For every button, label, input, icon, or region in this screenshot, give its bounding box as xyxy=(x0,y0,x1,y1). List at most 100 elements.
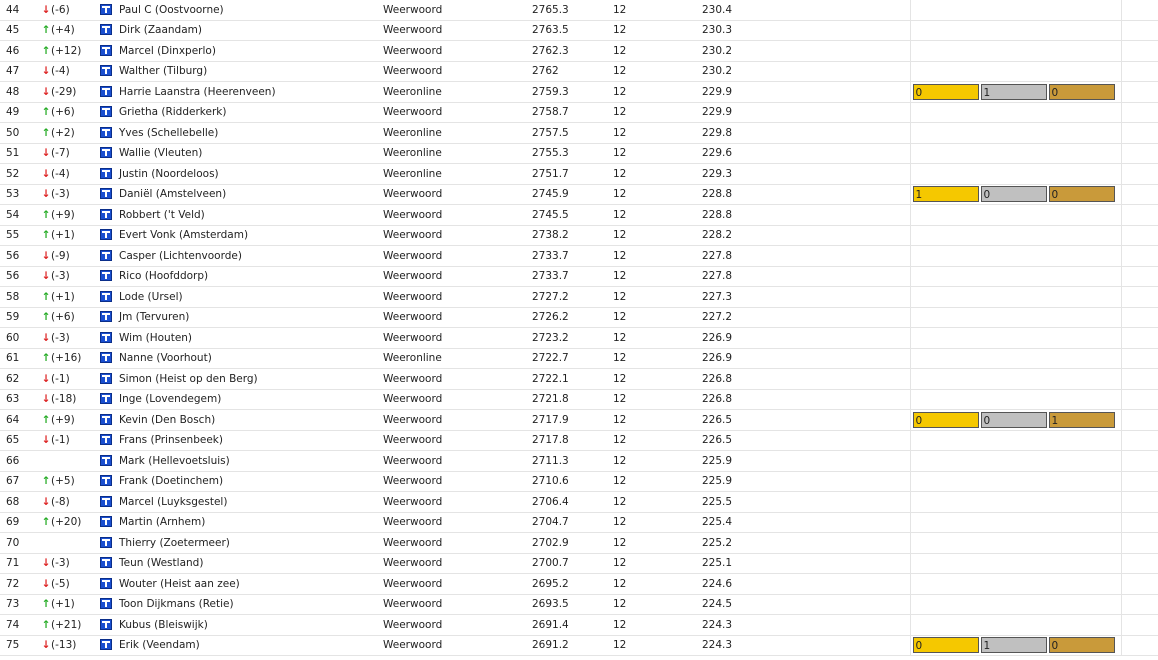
trailing-cell xyxy=(1121,225,1158,246)
rank-change: (+9) xyxy=(51,208,75,221)
team-icon[interactable] xyxy=(100,536,112,548)
average-score: 229.3 xyxy=(702,163,774,185)
participant-name[interactable]: Daniël (Amstelveen) xyxy=(118,184,383,205)
team-icon[interactable] xyxy=(100,372,112,384)
participant-name[interactable]: Inge (Lovendegem) xyxy=(118,389,383,410)
participant-name[interactable]: Frank (Doetinchem) xyxy=(118,471,383,492)
rank-value: 46 xyxy=(6,44,20,57)
participant-name[interactable]: Frans (Prinsenbeek) xyxy=(118,430,383,451)
team-icon[interactable] xyxy=(100,24,112,36)
team-icon[interactable] xyxy=(100,249,112,261)
team-icon[interactable] xyxy=(100,147,112,159)
participant-name[interactable]: Wim (Houten) xyxy=(118,327,383,349)
team-icon[interactable] xyxy=(100,618,112,630)
team-icon[interactable] xyxy=(100,454,112,466)
participant-name[interactable]: Kevin (Den Bosch) xyxy=(118,409,383,431)
team-icon[interactable] xyxy=(100,126,112,138)
spacer-cell xyxy=(774,40,910,62)
trend-arrow-icon: ↑ xyxy=(41,598,51,611)
rank-change: (+4) xyxy=(51,24,75,37)
team-icon[interactable] xyxy=(100,352,112,364)
participant-name[interactable]: Robbert ('t Veld) xyxy=(118,204,383,226)
team-icon[interactable] xyxy=(100,557,112,569)
participant-name[interactable]: Marcel (Luyksgestel) xyxy=(118,491,383,513)
participant-name[interactable]: Rico (Hoofddorp) xyxy=(118,266,383,287)
spacer-cell xyxy=(774,0,910,21)
participant-name[interactable]: Evert Vonk (Amsterdam) xyxy=(118,225,383,246)
team-icon-cell xyxy=(98,81,118,103)
spacer-cell xyxy=(774,532,910,554)
team-icon[interactable] xyxy=(100,311,112,323)
team-icon[interactable] xyxy=(100,3,112,15)
team-icon[interactable] xyxy=(100,270,112,282)
team-icon[interactable] xyxy=(100,475,112,487)
team-icon[interactable] xyxy=(100,44,112,56)
team-icon[interactable] xyxy=(100,188,112,200)
participant-name[interactable]: Walther (Tilburg) xyxy=(118,61,383,82)
team-icon[interactable] xyxy=(100,393,112,405)
team-icon[interactable] xyxy=(100,167,112,179)
team-icon[interactable] xyxy=(100,208,112,220)
count-cell: 12 xyxy=(613,389,702,410)
team-icon[interactable] xyxy=(100,85,112,97)
team-icon[interactable] xyxy=(100,229,112,241)
rank-cell: 50 xyxy=(0,122,38,144)
participant-name[interactable]: Justin (Noordeloos) xyxy=(118,163,383,185)
participant-name[interactable]: Yves (Schellebelle) xyxy=(118,122,383,144)
table-row: 75 ↓(-13) Erik (Veendam) Weerwoord 2691.… xyxy=(0,635,1158,656)
participant-name[interactable]: Erik (Veendam) xyxy=(118,635,383,656)
count-cell: 12 xyxy=(613,368,702,390)
participant-name[interactable]: Wallie (Vleuten) xyxy=(118,143,383,164)
participant-name[interactable]: Simon (Heist op den Berg) xyxy=(118,368,383,390)
team-icon[interactable] xyxy=(100,290,112,302)
team-icon[interactable] xyxy=(100,495,112,507)
team-icon[interactable] xyxy=(100,413,112,425)
participant-name[interactable]: Toon Dijkmans (Retie) xyxy=(118,594,383,615)
participant-name[interactable]: Thierry (Zoetermeer) xyxy=(118,532,383,554)
participant-name[interactable]: Casper (Lichtenvoorde) xyxy=(118,245,383,267)
participant-name[interactable]: Lode (Ursel) xyxy=(118,286,383,308)
participant-name[interactable]: Nanne (Voorhout) xyxy=(118,348,383,369)
change-cell: ↑(+9) xyxy=(38,204,98,226)
participant-name[interactable]: Jm (Tervuren) xyxy=(118,307,383,328)
participant-name[interactable]: Wouter (Heist aan zee) xyxy=(118,573,383,595)
participant-name[interactable]: Marcel (Dinxperlo) xyxy=(118,40,383,62)
team-icon[interactable] xyxy=(100,65,112,77)
participant-name[interactable]: Paul C (Oostvoorne) xyxy=(118,0,383,21)
source-cell: Weerwoord xyxy=(383,20,532,41)
team-icon[interactable] xyxy=(100,598,112,610)
rank-value: 55 xyxy=(6,229,20,242)
rank-cell: 47 xyxy=(0,61,38,82)
team-icon[interactable] xyxy=(100,639,112,651)
source-cell: Weerwoord xyxy=(383,614,532,636)
average-score: 225.4 xyxy=(702,512,774,533)
rank-cell: 65 xyxy=(0,430,38,451)
trend-arrow-icon: ↓ xyxy=(41,372,51,385)
team-icon[interactable] xyxy=(100,577,112,589)
participant-name[interactable]: Mark (Hellevoetsluis) xyxy=(118,450,383,472)
total-score: 2763.5 xyxy=(532,20,613,41)
table-row: 48 ↓(-29) Harrie Laanstra (Heerenveen) W… xyxy=(0,81,1158,103)
participant-name[interactable]: Kubus (Bleiswijk) xyxy=(118,614,383,636)
count-cell: 12 xyxy=(613,163,702,185)
rank-change: (-29) xyxy=(51,85,77,98)
average-score: 229.6 xyxy=(702,143,774,164)
team-icon-cell xyxy=(98,389,118,410)
team-icon[interactable] xyxy=(100,434,112,446)
participant-name[interactable]: Grietha (Ridderkerk) xyxy=(118,102,383,123)
change-cell: ↑(+1) xyxy=(38,286,98,308)
trend-arrow-icon: ↑ xyxy=(41,208,51,221)
participant-name[interactable]: Harrie Laanstra (Heerenveen) xyxy=(118,81,383,103)
team-icon[interactable] xyxy=(100,106,112,118)
rank-value: 58 xyxy=(6,290,20,303)
rank-change: (+12) xyxy=(51,44,82,57)
count-cell: 12 xyxy=(613,20,702,41)
rank-change: (-3) xyxy=(51,270,70,283)
team-icon[interactable] xyxy=(100,331,112,343)
participant-name[interactable]: Teun (Westland) xyxy=(118,553,383,574)
participant-name[interactable]: Martin (Arnhem) xyxy=(118,512,383,533)
count-cell: 12 xyxy=(613,512,702,533)
team-icon[interactable] xyxy=(100,516,112,528)
participant-name[interactable]: Dirk (Zaandam) xyxy=(118,20,383,41)
table-row: 68 ↓(-8) Marcel (Luyksgestel) Weerwoord … xyxy=(0,491,1158,513)
